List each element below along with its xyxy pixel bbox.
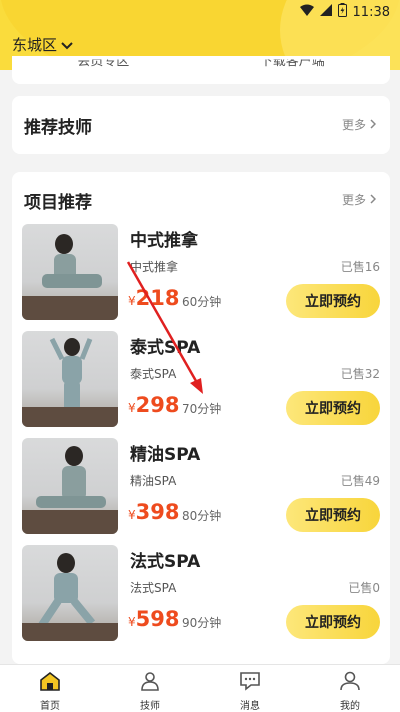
- price-value: 218: [135, 286, 180, 310]
- more-label: 更多: [341, 193, 366, 207]
- book-now-button[interactable]: 立即预约: [286, 391, 380, 425]
- message-icon: [239, 671, 261, 695]
- technician-icon: [139, 671, 161, 695]
- section-title: 推荐技师: [24, 118, 92, 138]
- more-label: 更多: [341, 118, 366, 132]
- book-now-button[interactable]: 立即预约: [286, 605, 380, 639]
- tab-label: 技师: [140, 701, 160, 712]
- item-title: 法式SPA: [130, 552, 201, 572]
- project-image: [22, 224, 118, 320]
- tab-label: 我的: [340, 701, 360, 712]
- sold-count: 已售0: [348, 581, 380, 595]
- tab-profile[interactable]: 我的: [300, 665, 400, 712]
- signal-icon: [319, 4, 332, 20]
- shortcut-label[interactable]: 会员专区: [77, 60, 129, 70]
- book-now-button[interactable]: 立即预约: [286, 498, 380, 532]
- item-duration: 90分钟: [182, 616, 222, 630]
- tab-label: 首页: [40, 701, 60, 712]
- list-item[interactable]: 精油SPA 精油SPA 已售49 ¥ 398 80分钟 立即预约: [22, 438, 380, 534]
- list-item[interactable]: 泰式SPA 泰式SPA 已售32 ¥ 298 70分钟 立即预约: [22, 331, 380, 427]
- item-title: 泰式SPA: [130, 338, 201, 358]
- wifi-icon: [299, 4, 314, 20]
- profile-icon: [339, 671, 361, 695]
- sold-count: 已售16: [340, 260, 380, 274]
- price-value: 398: [135, 500, 180, 524]
- sold-count: 已售49: [340, 474, 380, 488]
- item-price: ¥ 218: [128, 286, 179, 310]
- shortcut-label[interactable]: 下载客户端: [260, 60, 325, 70]
- item-price: ¥ 298: [128, 393, 179, 417]
- item-subtitle: 泰式SPA: [130, 367, 177, 381]
- currency-symbol: ¥: [128, 508, 136, 522]
- more-link[interactable]: 更多: [341, 191, 377, 208]
- tab-technician[interactable]: 技师: [100, 665, 200, 712]
- item-price: ¥ 398: [128, 500, 179, 524]
- currency-symbol: ¥: [128, 401, 136, 415]
- status-time: 11:38: [352, 4, 390, 20]
- item-duration: 80分钟: [182, 509, 222, 523]
- project-image: [22, 545, 118, 641]
- chevron-right-icon: [370, 118, 377, 132]
- tab-home[interactable]: 首页: [0, 665, 100, 712]
- battery-icon: [337, 3, 347, 21]
- more-link[interactable]: 更多: [341, 116, 377, 133]
- home-icon: [39, 671, 61, 695]
- recommend-tech-card: 推荐技师 更多: [12, 96, 390, 154]
- price-value: 298: [135, 393, 180, 417]
- chevron-right-icon: [370, 193, 377, 207]
- item-duration: 60分钟: [182, 295, 222, 309]
- item-duration: 70分钟: [182, 402, 222, 416]
- sold-count: 已售32: [340, 367, 380, 381]
- status-bar: 11:38: [0, 0, 400, 24]
- item-subtitle: 精油SPA: [130, 474, 177, 488]
- currency-symbol: ¥: [128, 615, 136, 629]
- bottom-tab-bar: 首页 技师 消息 我的: [0, 664, 400, 712]
- item-subtitle: 中式推拿: [130, 260, 179, 274]
- price-value: 598: [135, 607, 180, 631]
- section-title: 项目推荐: [24, 193, 92, 213]
- book-now-button[interactable]: 立即预约: [286, 284, 380, 318]
- item-title: 精油SPA: [130, 445, 201, 465]
- item-title: 中式推拿: [130, 231, 198, 251]
- project-recommend-card: 项目推荐 更多 中式推拿 中式推拿 已售16 ¥ 218 60分钟 立即预约 泰…: [12, 172, 390, 664]
- project-image: [22, 331, 118, 427]
- currency-symbol: ¥: [128, 294, 136, 308]
- list-item[interactable]: 中式推拿 中式推拿 已售16 ¥ 218 60分钟 立即预约: [22, 224, 380, 320]
- list-item[interactable]: 法式SPA 法式SPA 已售0 ¥ 598 90分钟 立即预约: [22, 545, 380, 641]
- item-subtitle: 法式SPA: [130, 581, 177, 595]
- tab-label: 消息: [240, 701, 260, 712]
- item-price: ¥ 598: [128, 607, 179, 631]
- project-image: [22, 438, 118, 534]
- shortcut-card: 会员专区 下载客户端: [12, 56, 390, 84]
- tab-messages[interactable]: 消息: [200, 665, 300, 712]
